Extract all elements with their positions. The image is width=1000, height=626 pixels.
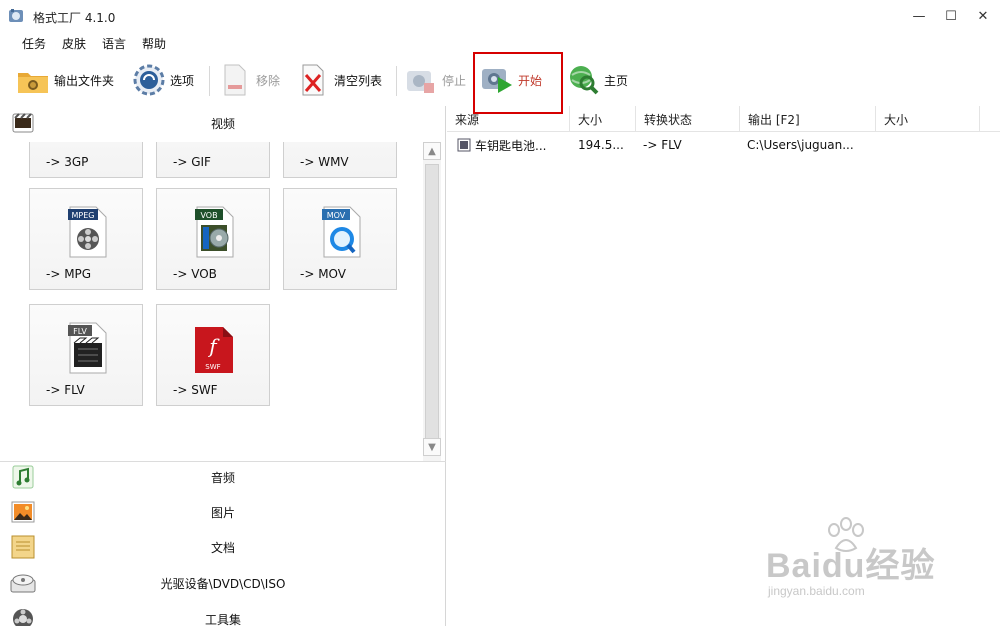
mov-file-icon: MOV	[322, 206, 361, 258]
stop-icon	[404, 63, 438, 97]
category-video[interactable]: 视频	[0, 106, 446, 140]
remove-button[interactable]: 移除	[218, 60, 280, 100]
task-output-size	[883, 134, 973, 156]
menu-task[interactable]: 任务	[14, 32, 54, 54]
menu-bar: 任务 皮肤 语言 帮助	[0, 32, 1000, 54]
flv-file-icon: FLV	[68, 322, 107, 374]
mov-badge-text: MOV	[327, 211, 346, 220]
home-label: 主页	[604, 73, 629, 88]
scroll-down-arrow[interactable]: ▼	[423, 438, 441, 456]
gear-icon	[132, 63, 166, 97]
start-highlight-annotation	[473, 52, 563, 114]
swf-flash-icon: f SWF	[195, 327, 233, 373]
music-note-icon	[10, 464, 36, 490]
format-label-wmv: -> WMV	[300, 155, 349, 169]
output-folder-label: 输出文件夹	[54, 73, 115, 88]
folder-icon	[16, 63, 50, 97]
title-bar: 格式工厂 4.1.0 — ☐ ✕	[0, 0, 1000, 32]
category-video-label: 视频	[210, 116, 235, 131]
menu-skin[interactable]: 皮肤	[54, 32, 94, 54]
window-title: 格式工厂 4.1.0	[33, 11, 116, 25]
format-label-gif: -> GIF	[173, 155, 211, 169]
stop-label: 停止	[442, 73, 467, 88]
mpeg-file-icon: MPEG	[68, 206, 107, 258]
vob-badge-text: VOB	[200, 211, 217, 220]
mpeg-badge-text: MPEG	[72, 211, 95, 220]
film-icon	[10, 110, 36, 136]
category-image[interactable]: 图片	[0, 495, 446, 529]
menu-language[interactable]: 语言	[94, 32, 134, 54]
category-document[interactable]: 文档	[0, 530, 446, 564]
close-button[interactable]: ✕	[968, 4, 998, 28]
category-image-label: 图片	[210, 505, 235, 520]
category-document-label: 文档	[210, 540, 235, 555]
task-list-header: 来源 大小 转换状态 输出 [F2] 大小	[447, 106, 1000, 132]
format-label-3gp: -> 3GP	[46, 155, 89, 169]
category-tools[interactable]: 工具集	[0, 602, 446, 626]
scroll-thumb[interactable]	[425, 164, 439, 454]
format-tile-mpg[interactable]: MPEG -> MPG	[29, 188, 143, 290]
video-scrollbar[interactable]: ▲ ▼	[423, 142, 441, 461]
maximize-button[interactable]: ☐	[936, 4, 966, 28]
task-size: 194.5...	[578, 138, 624, 152]
format-tile-3gp[interactable]: -> 3GP	[29, 142, 143, 178]
app-icon	[8, 8, 24, 24]
category-audio-label: 音频	[210, 470, 235, 485]
vob-file-icon: VOB	[195, 206, 234, 258]
clear-list-label: 清空列表	[334, 73, 383, 88]
column-source[interactable]: 来源	[447, 106, 570, 132]
format-tile-mov[interactable]: MOV -> MOV	[283, 188, 397, 290]
stop-button[interactable]: 停止	[404, 60, 466, 100]
menu-help[interactable]: 帮助	[134, 32, 174, 54]
minimize-button[interactable]: —	[904, 4, 934, 28]
flv-badge-text: FLV	[73, 327, 87, 336]
format-tile-flv[interactable]: FLV -> FLV	[29, 304, 143, 406]
task-source: 车钥匙电池...	[475, 138, 547, 153]
category-optical-label: 光驱设备\DVD\CD\ISO	[160, 576, 286, 591]
format-tile-wmv[interactable]: -> WMV	[283, 142, 397, 178]
clear-list-button[interactable]: 清空列表	[296, 60, 382, 100]
watermark-main-text: Baidu经验	[766, 547, 936, 585]
remove-label: 移除	[256, 73, 281, 88]
format-label-mov: -> MOV	[300, 267, 346, 281]
document-icon	[10, 534, 36, 560]
category-tools-label: 工具集	[204, 612, 241, 626]
output-folder-button[interactable]: 输出文件夹	[16, 60, 114, 100]
format-tile-vob[interactable]: VOB -> VOB	[156, 188, 270, 290]
picture-icon	[10, 499, 36, 525]
format-tile-gif[interactable]: -> GIF	[156, 142, 270, 178]
toolbar-separator	[209, 66, 210, 96]
video-format-grid: -> 3GP -> GIF -> WMV MPEG -> MPG VOB -> …	[0, 142, 446, 462]
format-label-mpg: -> MPG	[46, 267, 92, 281]
column-size[interactable]: 大小	[570, 106, 636, 132]
video-file-icon	[457, 134, 473, 156]
swf-badge-text: SWF	[205, 363, 220, 371]
tools-icon	[10, 606, 36, 626]
task-output: C:\Users\juguan...	[747, 138, 854, 152]
format-label-swf: -> SWF	[173, 383, 218, 397]
options-button[interactable]: 选项	[132, 60, 194, 100]
format-tile-swf[interactable]: f SWF -> SWF	[156, 304, 270, 406]
format-label-flv: -> FLV	[46, 383, 85, 397]
globe-search-icon	[566, 63, 600, 97]
column-output[interactable]: 输出 [F2]	[740, 106, 876, 132]
options-label: 选项	[170, 73, 195, 88]
home-button[interactable]: 主页	[566, 60, 628, 100]
disc-drive-icon	[10, 570, 36, 596]
category-audio[interactable]: 音频	[0, 460, 446, 494]
column-status[interactable]: 转换状态	[636, 106, 740, 132]
document-remove-icon	[218, 63, 252, 97]
watermark-url-text: jingyan.baidu.com	[768, 584, 865, 598]
category-panel: 视频 -> 3GP -> GIF -> WMV MPEG -> MPG VOB …	[0, 106, 446, 626]
toolbar-separator	[396, 66, 397, 96]
task-status: -> FLV	[643, 138, 682, 152]
column-output-size[interactable]: 大小	[876, 106, 980, 132]
baidu-watermark: Baidu经验 jingyan.baidu.com	[760, 516, 960, 606]
scroll-up-arrow[interactable]: ▲	[423, 142, 441, 160]
format-label-vob: -> VOB	[173, 267, 217, 281]
task-row[interactable]: 车钥匙电池... 194.5... -> FLV C:\Users\juguan…	[447, 134, 1000, 156]
category-optical[interactable]: 光驱设备\DVD\CD\ISO	[0, 566, 446, 600]
clear-list-icon	[296, 63, 330, 97]
